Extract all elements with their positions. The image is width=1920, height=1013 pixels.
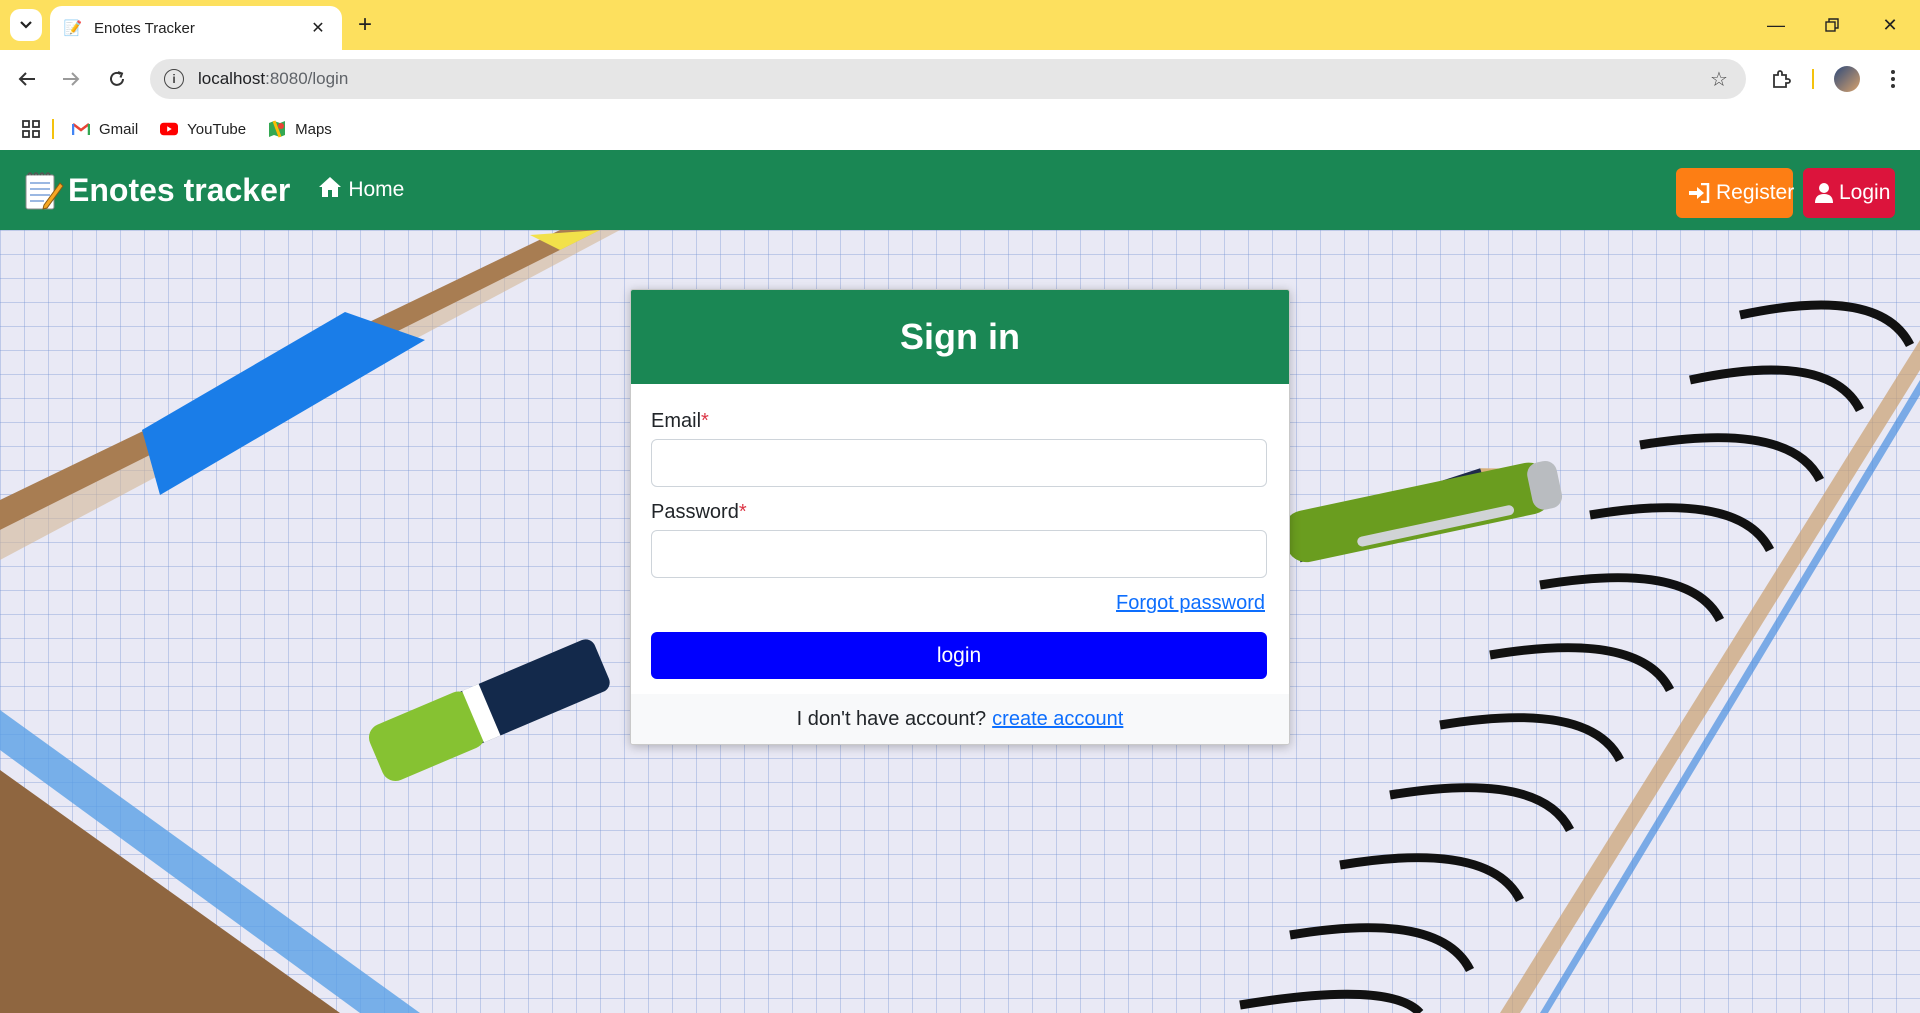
- bookmark-label: Gmail: [99, 120, 139, 138]
- browser-toolbar: i localhost:8080/login ☆: [0, 50, 1920, 108]
- brand-name: Enotes tracker: [68, 171, 291, 208]
- footer-text: I don't have account?: [796, 707, 987, 730]
- browser-tab[interactable]: 📝 Enotes Tracker ✕: [50, 6, 342, 50]
- url-text: localhost:8080/login: [198, 69, 1704, 89]
- more-vertical-icon: [1891, 70, 1895, 88]
- youtube-icon: [160, 122, 179, 136]
- email-label-text: Email: [651, 410, 702, 432]
- forward-arrow-icon: [63, 72, 80, 86]
- password-field[interactable]: [651, 530, 1267, 578]
- app-navbar: Enotes tracker Home Register Login: [0, 150, 1920, 230]
- url-host: localhost: [198, 69, 266, 88]
- forgot-password-row: Forgot password: [651, 592, 1265, 615]
- profile-avatar[interactable]: [1834, 66, 1860, 92]
- bookmark-gmail[interactable]: Gmail: [72, 121, 138, 138]
- notepad-logo-icon: [22, 169, 64, 211]
- reload-button[interactable]: [102, 64, 132, 94]
- chevron-down-icon: [20, 21, 32, 29]
- password-label: Password*: [651, 501, 1269, 524]
- bookmark-label: YouTube: [187, 120, 247, 138]
- brand-link[interactable]: Enotes tracker: [22, 169, 290, 211]
- browser-menu-button[interactable]: [1878, 64, 1908, 94]
- restore-icon: [1825, 18, 1839, 32]
- back-arrow-icon: [18, 72, 35, 86]
- bookmark-maps[interactable]: Maps: [268, 120, 332, 138]
- sign-in-arrow-icon: [1688, 183, 1710, 203]
- user-icon: [1815, 183, 1833, 203]
- signin-footer: I don't have account? create account: [631, 694, 1289, 744]
- nav-home-link[interactable]: Home: [318, 176, 404, 204]
- signin-form: Email* Password* Forgot password login: [631, 384, 1289, 679]
- new-tab-button[interactable]: +: [352, 11, 378, 38]
- nav-actions: Register Login: [1676, 168, 1895, 218]
- required-marker: *: [738, 501, 747, 523]
- nav-home-label: Home: [348, 178, 405, 201]
- login-nav-label: Login: [1839, 181, 1891, 204]
- required-marker: *: [701, 410, 709, 432]
- register-button[interactable]: Register: [1676, 168, 1795, 218]
- bookmarks-separator: [52, 119, 54, 139]
- bookmark-youtube[interactable]: YouTube: [160, 121, 246, 138]
- email-label: Email*: [651, 410, 1269, 433]
- tab-title: Enotes Tracker: [94, 19, 195, 37]
- maps-icon: [268, 120, 286, 138]
- reload-icon: [110, 71, 124, 86]
- gmail-icon: [72, 122, 90, 136]
- signin-title: Sign in: [631, 290, 1289, 384]
- notepad-favicon-icon: 📝: [63, 20, 83, 37]
- tab-search-button[interactable]: [10, 9, 42, 41]
- close-window-button[interactable]: ✕: [1876, 12, 1904, 38]
- minimize-button[interactable]: —: [1762, 12, 1790, 38]
- apps-grid-icon[interactable]: [22, 120, 40, 138]
- login-nav-button[interactable]: Login: [1803, 168, 1895, 218]
- bookmark-star-icon[interactable]: ☆: [1704, 67, 1734, 92]
- extensions-button[interactable]: [1766, 64, 1796, 94]
- create-account-link[interactable]: create account: [992, 708, 1123, 731]
- password-label-text: Password: [651, 501, 739, 523]
- site-info-icon[interactable]: i: [164, 69, 184, 89]
- home-icon: [318, 176, 342, 204]
- address-bar[interactable]: i localhost:8080/login ☆: [150, 59, 1746, 99]
- bookmarks-bar: Gmail YouTube Maps: [0, 108, 1920, 150]
- login-submit-button[interactable]: login: [651, 632, 1267, 679]
- email-field[interactable]: [651, 439, 1267, 487]
- signin-card: Sign in Email* Password* Forgot password…: [630, 289, 1290, 745]
- url-path: :8080/login: [265, 69, 349, 88]
- forward-button[interactable]: [56, 64, 86, 94]
- browser-tab-bar: 📝 Enotes Tracker ✕ + — ✕: [0, 0, 1920, 50]
- restore-button[interactable]: [1818, 12, 1846, 38]
- close-tab-icon[interactable]: ✕: [308, 18, 328, 38]
- toolbar-separator: [1812, 69, 1814, 89]
- puzzle-icon: [1773, 70, 1791, 88]
- bookmark-label: Maps: [295, 120, 332, 138]
- register-label: Register: [1716, 181, 1795, 204]
- forgot-password-link[interactable]: Forgot password: [1116, 592, 1265, 614]
- back-button[interactable]: [12, 64, 42, 94]
